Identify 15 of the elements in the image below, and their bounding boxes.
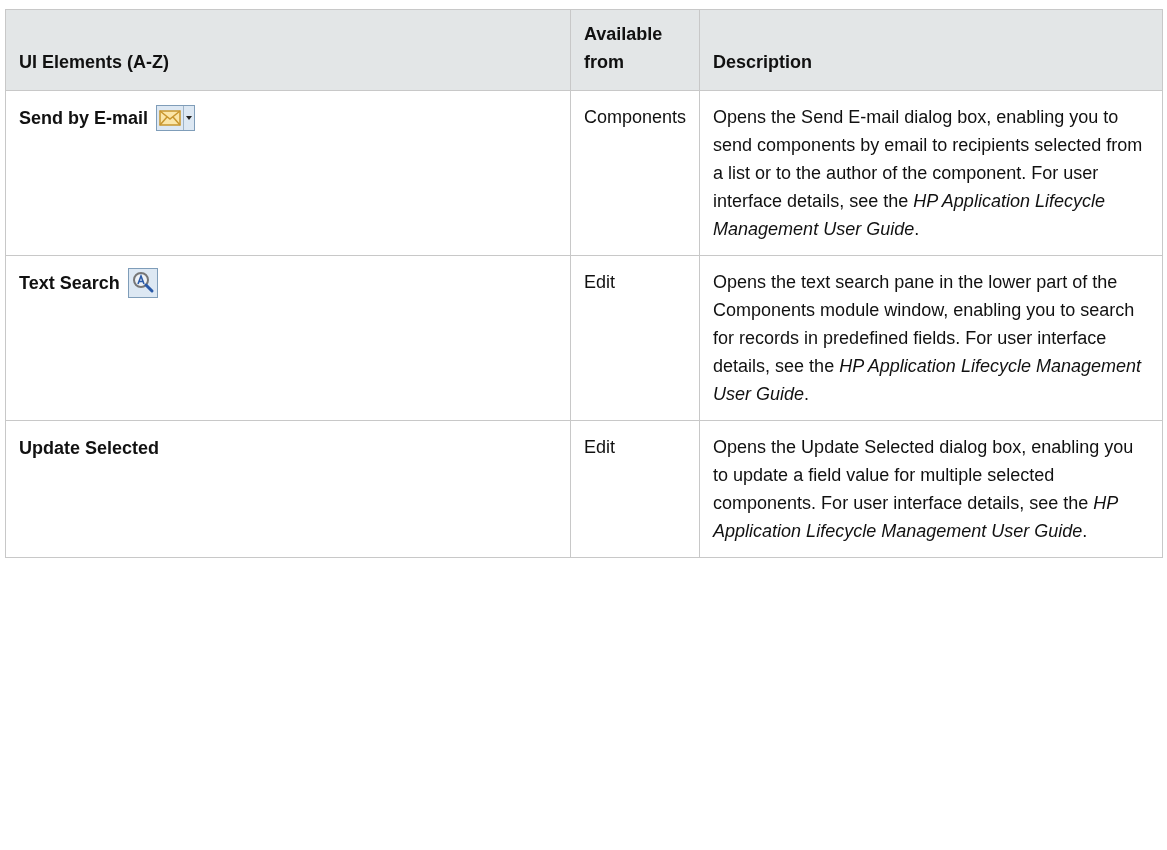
description-text: Opens the Send E-mail dialog box, enabling you to send components by email to recipients selected from a list or to the author of the component. For user interface details, see the HP Application Lifecycle Management User Guide. xyxy=(713,106,1144,241)
text-search-button[interactable] xyxy=(127,268,158,299)
description-text: Opens the text search pane in the lower part of the Components module window, enabling you to search for records in predefined fields. For user interface details, see the HP Application Lifecycle Management User Guide. xyxy=(713,271,1143,406)
ui-element-name: Send by E-mail xyxy=(19,108,149,129)
ui-element-name: Update Selected xyxy=(19,438,160,459)
available-from: Components xyxy=(584,107,687,127)
column-header: UI Elements (A-Z) xyxy=(19,52,169,72)
email-dropdown-button[interactable] xyxy=(156,105,196,132)
ui-element-name: Text Search xyxy=(19,273,120,294)
column-header: Available from xyxy=(584,24,663,72)
description-text: Opens the Update Selected dialog box, enabling you to update a field value for multiple selected components. For user interface details, see the HP Application Lifecycle Management User Guide. xyxy=(713,436,1135,543)
available-from: Edit xyxy=(584,272,616,292)
column-header: Description xyxy=(713,52,813,72)
caret-icon xyxy=(186,116,193,121)
available-from: Edit xyxy=(584,437,616,457)
